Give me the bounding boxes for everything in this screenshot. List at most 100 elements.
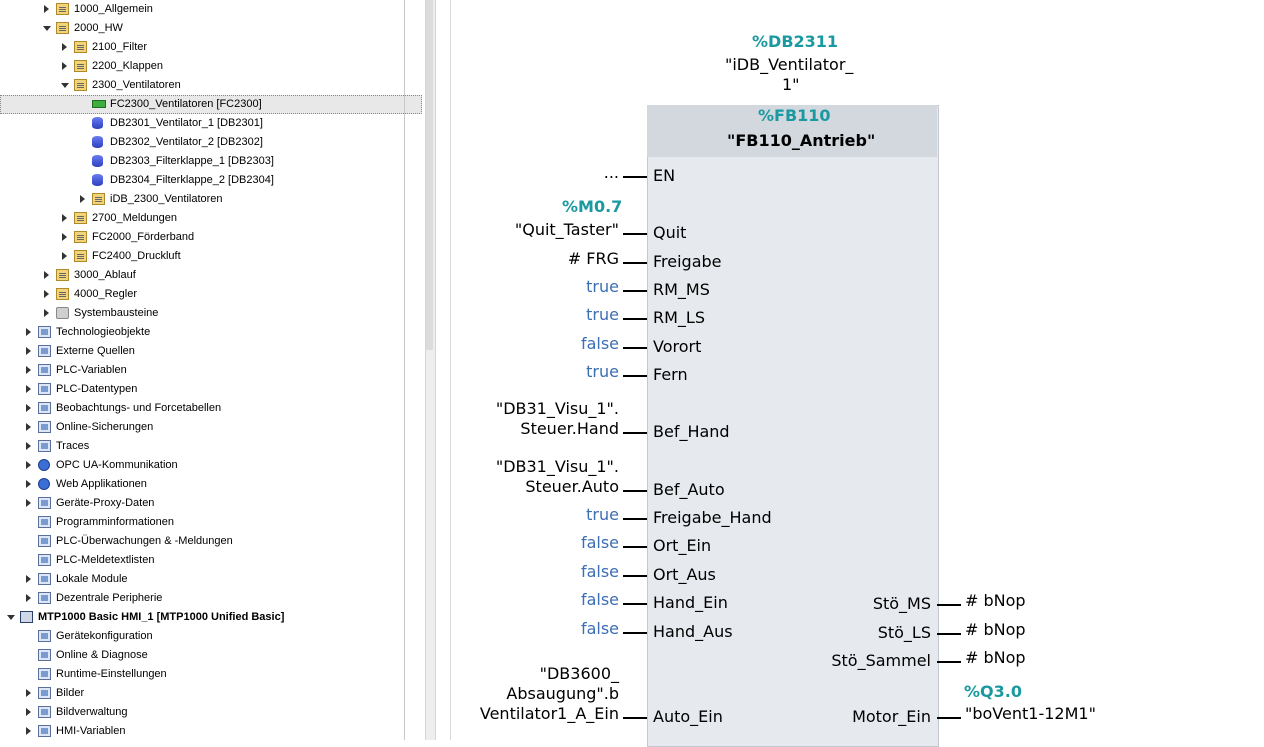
tree-item[interactable]: DB2301_Ventilator_1 [DB2301] <box>0 114 422 133</box>
block-address: %FB110 <box>758 106 831 125</box>
tree-item[interactable]: Gerätekonfiguration <box>0 627 422 646</box>
tree-item[interactable]: 2300_Ventilatoren <box>0 76 422 95</box>
expand-arrow-icon[interactable] <box>26 594 31 602</box>
tree-item[interactable]: Runtime-Einstellungen <box>0 665 422 684</box>
tree-item[interactable]: Beobachtungs- und Forcetabellen <box>0 399 422 418</box>
tree-item[interactable]: Geräte-Proxy-Daten <box>0 494 422 513</box>
tree-item[interactable]: Traces <box>0 437 422 456</box>
database-icon <box>92 155 103 167</box>
tree-item[interactable]: PLC-Meldetextlisten <box>0 551 422 570</box>
tree-item[interactable]: FC2300_Ventilatoren [FC2300] <box>0 95 422 114</box>
tree-item[interactable]: DB2302_Ventilator_2 [DB2302] <box>0 133 422 152</box>
tree-item[interactable]: FC2000_Förderband <box>0 228 422 247</box>
expand-arrow-icon[interactable] <box>26 689 31 697</box>
input-operand[interactable]: "DB3600_ <box>540 664 619 683</box>
input-operand[interactable]: Steuer.Hand <box>520 419 619 438</box>
tree-item[interactable]: HMI-Variablen <box>0 722 422 740</box>
expand-arrow-icon[interactable] <box>62 62 67 70</box>
expand-arrow-icon[interactable] <box>26 480 31 488</box>
input-operand[interactable]: false <box>581 619 619 638</box>
output-operand[interactable]: "boVent1-12M1" <box>965 704 1096 723</box>
tree-item[interactable]: Externe Quellen <box>0 342 422 361</box>
input-operand[interactable]: false <box>581 590 619 609</box>
tree-item-label: FC2000_Förderband <box>92 231 195 243</box>
tree-item[interactable]: OPC UA-Kommunikation <box>0 456 422 475</box>
tree-item[interactable]: DB2303_Filterklappe_1 [DB2303] <box>0 152 422 171</box>
tree-item-label: Web Applikationen <box>56 478 147 490</box>
input-operand[interactable]: true <box>586 505 619 524</box>
input-operand[interactable]: # FRG <box>568 249 619 268</box>
expand-arrow-icon[interactable] <box>44 271 49 279</box>
tree-item[interactable]: Bildverwaltung <box>0 703 422 722</box>
output-operand[interactable]: # bNop <box>965 591 1026 610</box>
tree-item[interactable]: Web Applikationen <box>0 475 422 494</box>
input-operand[interactable]: false <box>581 562 619 581</box>
expand-arrow-icon[interactable] <box>44 290 49 298</box>
expand-arrow-icon[interactable] <box>26 328 31 336</box>
expand-arrow-icon[interactable] <box>26 575 31 583</box>
tree-item[interactable]: 2000_HW <box>0 19 422 38</box>
tree-item[interactable]: DB2304_Filterklappe_2 [DB2304] <box>0 171 422 190</box>
tree-item[interactable]: 3000_Ablauf <box>0 266 422 285</box>
tree-item[interactable]: iDB_2300_Ventilatoren <box>0 190 422 209</box>
expand-arrow-icon[interactable] <box>26 708 31 716</box>
tree-item[interactable]: 2700_Meldungen <box>0 209 422 228</box>
tree-item-label: Systembausteine <box>74 307 159 319</box>
input-operand[interactable]: true <box>586 362 619 381</box>
instance-db-name[interactable]: "iDB_Ventilator_ <box>725 55 853 74</box>
pane-splitter[interactable] <box>450 0 451 740</box>
expand-arrow-icon[interactable] <box>44 309 49 317</box>
collapse-arrow-icon[interactable] <box>43 26 51 31</box>
tree-item[interactable]: PLC-Datentypen <box>0 380 422 399</box>
tree-item[interactable]: Technologieobjekte <box>0 323 422 342</box>
tree-item[interactable]: MTP1000 Basic HMI_1 [MTP1000 Unified Bas… <box>0 608 422 627</box>
input-operand[interactable]: true <box>586 277 619 296</box>
input-operand[interactable]: false <box>581 334 619 353</box>
expand-arrow-icon[interactable] <box>26 423 31 431</box>
expand-arrow-icon[interactable] <box>26 385 31 393</box>
expand-arrow-icon[interactable] <box>44 5 49 13</box>
collapse-arrow-icon[interactable] <box>7 615 15 620</box>
expand-arrow-icon[interactable] <box>62 252 67 260</box>
tree-item[interactable]: PLC-Überwachungen & -Meldungen <box>0 532 422 551</box>
input-operand[interactable]: Ventilator1_A_Ein <box>480 704 619 723</box>
expand-arrow-icon[interactable] <box>26 499 31 507</box>
input-operand[interactable]: true <box>586 305 619 324</box>
tree-item[interactable]: PLC-Variablen <box>0 361 422 380</box>
expand-arrow-icon[interactable] <box>62 233 67 241</box>
collapse-arrow-icon[interactable] <box>61 83 69 88</box>
expand-arrow-icon[interactable] <box>26 404 31 412</box>
expand-arrow-icon[interactable] <box>80 195 85 203</box>
expand-arrow-icon[interactable] <box>26 727 31 735</box>
expand-arrow-icon[interactable] <box>26 347 31 355</box>
tree-item[interactable]: Systembausteine <box>0 304 422 323</box>
tree-item[interactable]: Bilder <box>0 684 422 703</box>
folder-icon <box>56 3 69 15</box>
tree-item[interactable]: Dezentrale Peripherie <box>0 589 422 608</box>
input-operand[interactable]: false <box>581 533 619 552</box>
tree-item[interactable]: 1000_Allgemein <box>0 0 422 19</box>
tree-item[interactable]: Lokale Module <box>0 570 422 589</box>
expand-arrow-icon[interactable] <box>26 461 31 469</box>
output-operand[interactable]: # bNop <box>965 648 1026 667</box>
tree-item[interactable]: Online & Diagnose <box>0 646 422 665</box>
input-operand[interactable]: Steuer.Auto <box>525 477 619 496</box>
input-operand[interactable]: "DB31_Visu_1". <box>496 399 619 418</box>
expand-arrow-icon[interactable] <box>62 43 67 51</box>
tree-item[interactable]: 2200_Klappen <box>0 57 422 76</box>
input-operand[interactable]: Absaugung".b <box>506 684 619 703</box>
expand-arrow-icon[interactable] <box>26 366 31 374</box>
tree-item[interactable]: Online-Sicherungen <box>0 418 422 437</box>
input-operand[interactable]: "Quit_Taster" <box>515 220 619 239</box>
expand-arrow-icon[interactable] <box>26 442 31 450</box>
output-operand[interactable]: # bNop <box>965 620 1026 639</box>
tree-item[interactable]: 4000_Regler <box>0 285 422 304</box>
folder-icon <box>74 60 87 72</box>
tree-scrollbar-thumb[interactable] <box>426 0 433 350</box>
tree-item[interactable]: FC2400_Druckluft <box>0 247 422 266</box>
input-operand[interactable]: "DB31_Visu_1". <box>496 457 619 476</box>
expand-arrow-icon[interactable] <box>62 214 67 222</box>
tree-item[interactable]: Programminformationen <box>0 513 422 532</box>
input-operand[interactable]: ... <box>604 163 619 182</box>
tree-item[interactable]: 2100_Filter <box>0 38 422 57</box>
